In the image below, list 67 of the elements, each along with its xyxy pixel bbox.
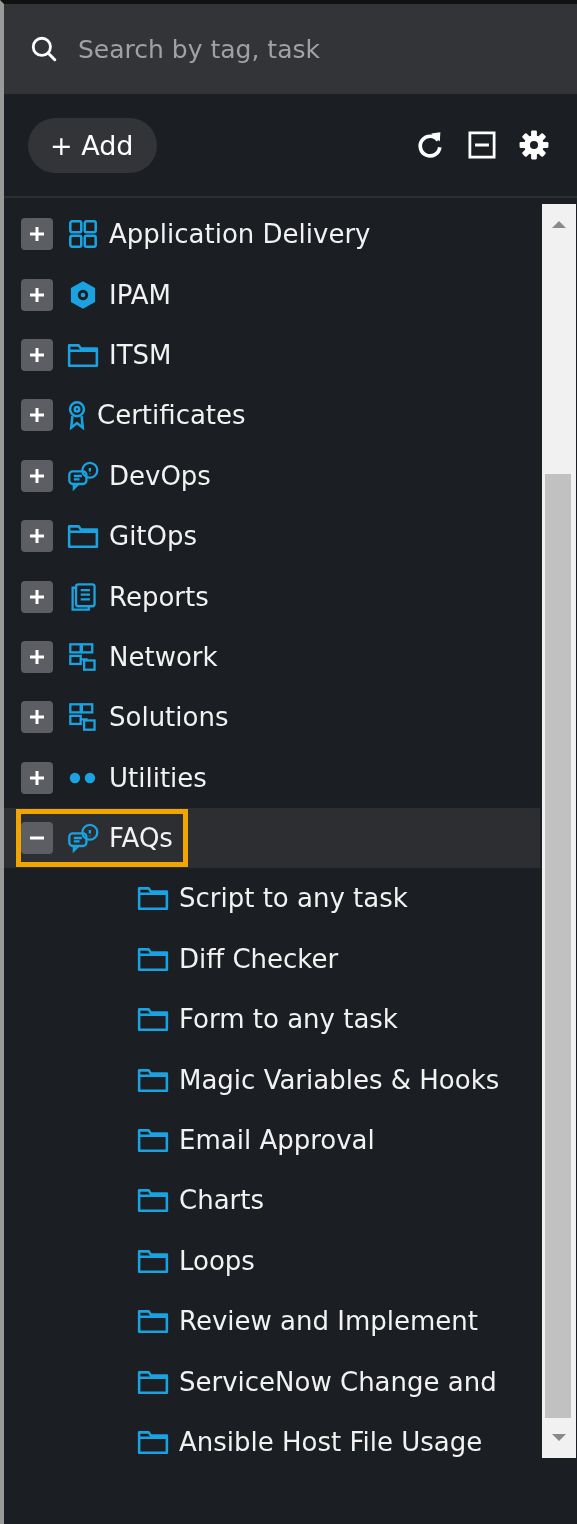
chat-question-icon: [67, 823, 99, 854]
tree-item[interactable]: Application Delivery: [4, 204, 540, 265]
scroll-thumb[interactable]: [545, 474, 571, 1418]
add-button[interactable]: + Add: [28, 117, 158, 173]
tree-item[interactable]: Utilities: [4, 747, 540, 808]
tree-item[interactable]: Magic Variables & Hooks: [4, 1049, 540, 1110]
expand-toggle[interactable]: [21, 278, 53, 311]
tree-label: GitOps: [109, 521, 198, 552]
expand-toggle[interactable]: [21, 459, 53, 492]
tree-label: FAQs: [109, 823, 173, 854]
collapse-toggle[interactable]: [21, 822, 53, 855]
tree-item[interactable]: IPAM: [4, 264, 540, 325]
chat-question-icon: [67, 460, 99, 491]
tree-label: Utilities: [109, 762, 207, 793]
expand-toggle[interactable]: [21, 701, 53, 734]
search-icon: [30, 35, 58, 63]
tree-item[interactable]: Diff Checker: [4, 928, 540, 990]
expand-toggle[interactable]: [21, 399, 53, 432]
tree-item[interactable]: Solutions: [4, 687, 540, 748]
tree-label: Review and Implement: [179, 1306, 478, 1337]
tree-item[interactable]: Email Approval: [4, 1109, 540, 1171]
tree-item[interactable]: DevOps: [4, 445, 540, 506]
tree-label: Application Delivery: [109, 219, 371, 250]
expand-toggle[interactable]: [21, 520, 53, 553]
scrollbar[interactable]: [542, 204, 576, 1458]
tree-label: ITSM: [109, 339, 172, 370]
tree-label: Network: [109, 641, 218, 672]
tree-label: Email Approval: [179, 1125, 375, 1156]
tree-item[interactable]: ITSM: [4, 324, 540, 386]
tree-item[interactable]: Review and Implement: [4, 1291, 540, 1352]
network-icon: [67, 702, 99, 733]
tree-label: Solutions: [109, 702, 229, 733]
tree-label: Reports: [109, 581, 209, 612]
tree-label: Script to any task: [179, 883, 408, 914]
tree-item[interactable]: Network: [4, 626, 540, 688]
expand-toggle[interactable]: [21, 761, 53, 794]
tree-item[interactable]: Reports: [4, 566, 540, 627]
tree-label: DevOps: [109, 460, 211, 491]
expand-toggle[interactable]: [21, 338, 53, 371]
search-field[interactable]: Search by tag, task: [4, 4, 577, 94]
tree-label: ServiceNow Change and: [179, 1366, 497, 1397]
expand-toggle[interactable]: [21, 218, 53, 251]
tree-label: Charts: [179, 1185, 264, 1216]
tree-item[interactable]: Script to any task: [4, 868, 540, 929]
tree-label: Diff Checker: [179, 943, 339, 974]
expand-toggle[interactable]: [21, 640, 53, 673]
tree-item[interactable]: Certificates: [4, 385, 540, 446]
tree-item[interactable]: Form to any task: [4, 989, 540, 1050]
tree-label: Loops: [179, 1245, 255, 1276]
tree-item[interactable]: FAQs: [4, 807, 540, 869]
expand-toggle[interactable]: [21, 580, 53, 613]
collapse-all-icon[interactable]: [467, 130, 497, 160]
search-input[interactable]: Search by tag, task: [76, 33, 500, 65]
network-icon: [67, 641, 99, 672]
tree-label: IPAM: [109, 279, 171, 310]
tree-label: Certificates: [97, 400, 246, 431]
tree-item[interactable]: ServiceNow Change and: [4, 1351, 540, 1412]
tree-label: Ansible Host File Usage: [179, 1427, 483, 1457]
tree-label: Form to any task: [179, 1004, 398, 1035]
tree-item[interactable]: Charts: [4, 1170, 540, 1231]
tree-item[interactable]: GitOps: [4, 505, 540, 567]
tree-item[interactable]: Loops: [4, 1230, 540, 1292]
settings-icon[interactable]: [519, 130, 549, 160]
award-icon: [67, 400, 87, 431]
grid-icon: [67, 219, 99, 250]
tree-item[interactable]: Ansible Host File Usage: [4, 1411, 540, 1473]
tree-label: Magic Variables & Hooks: [179, 1064, 500, 1095]
